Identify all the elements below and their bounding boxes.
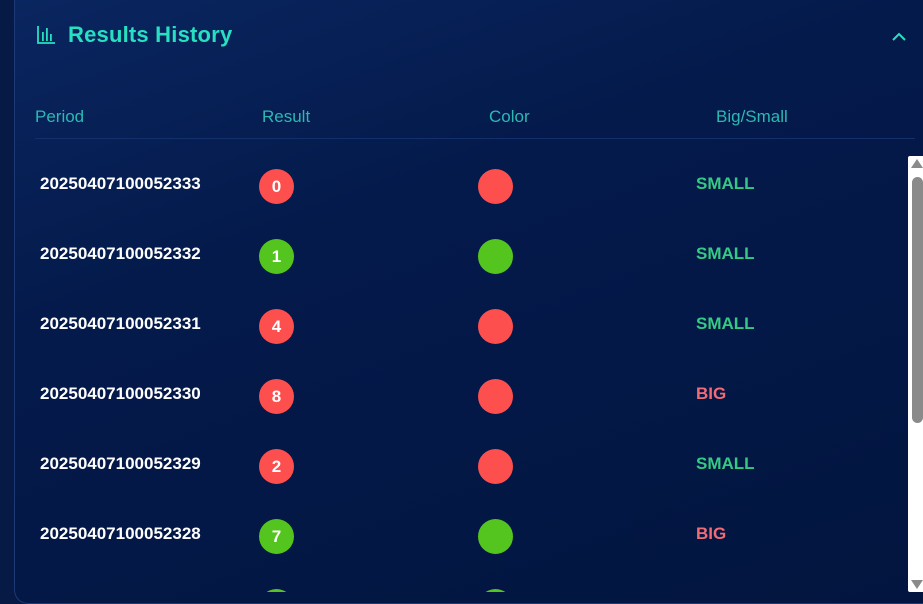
color-dot (478, 589, 513, 592)
result-badge: 0 (259, 169, 294, 204)
table-row (15, 560, 895, 592)
table-row: 20250407100052333 0 SMALL (15, 140, 895, 210)
scroll-up-arrow-icon[interactable] (911, 159, 923, 168)
period-cell: 20250407100052331 (40, 314, 201, 333)
big-small-cell: SMALL (696, 314, 755, 333)
column-header-color: Color (489, 107, 530, 126)
period-cell: 20250407100052328 (40, 524, 201, 543)
period-cell: 20250407100052332 (40, 244, 201, 263)
big-small-cell: SMALL (696, 454, 755, 473)
scroll-down-arrow-icon[interactable] (911, 580, 923, 589)
result-badge: 7 (259, 519, 294, 554)
big-small-cell: SMALL (696, 174, 755, 193)
period-cell: 20250407100052329 (40, 454, 201, 473)
panel-header[interactable]: Results History (15, 0, 923, 72)
color-dot (478, 449, 513, 484)
table-row: 20250407100052330 8 BIG (15, 350, 895, 420)
color-dot (478, 379, 513, 414)
result-badge (259, 589, 294, 592)
scrollbar-thumb[interactable] (912, 177, 923, 423)
table-row: 20250407100052328 7 BIG (15, 490, 895, 560)
vertical-scrollbar[interactable] (908, 156, 923, 592)
color-dot (478, 519, 513, 554)
results-history-panel: Results History Period Result Color Big/… (14, 0, 923, 604)
big-small-cell: BIG (696, 384, 727, 403)
chevron-up-icon[interactable] (889, 26, 909, 46)
header-divider (35, 138, 915, 139)
period-cell: 20250407100052330 (40, 384, 201, 403)
panel-title: Results History (68, 22, 233, 47)
color-dot (478, 169, 513, 204)
column-header-big-small: Big/Small (716, 107, 788, 126)
result-badge: 8 (259, 379, 294, 414)
results-table[interactable]: 20250407100052333 0 SMALL 20250407100052… (15, 140, 895, 592)
column-header-result: Result (262, 107, 311, 126)
bar-chart-icon (37, 26, 55, 44)
result-badge: 4 (259, 309, 294, 344)
result-badge: 2 (259, 449, 294, 484)
result-badge: 1 (259, 239, 294, 274)
color-dot (478, 309, 513, 344)
big-small-cell: BIG (696, 524, 727, 543)
big-small-cell: SMALL (696, 244, 755, 263)
color-dot (478, 239, 513, 274)
period-cell: 20250407100052333 (40, 174, 201, 193)
table-row: 20250407100052329 2 SMALL (15, 420, 895, 490)
table-row: 20250407100052332 1 SMALL (15, 210, 895, 280)
table-row: 20250407100052331 4 SMALL (15, 280, 895, 350)
column-header-period: Period (35, 107, 85, 126)
